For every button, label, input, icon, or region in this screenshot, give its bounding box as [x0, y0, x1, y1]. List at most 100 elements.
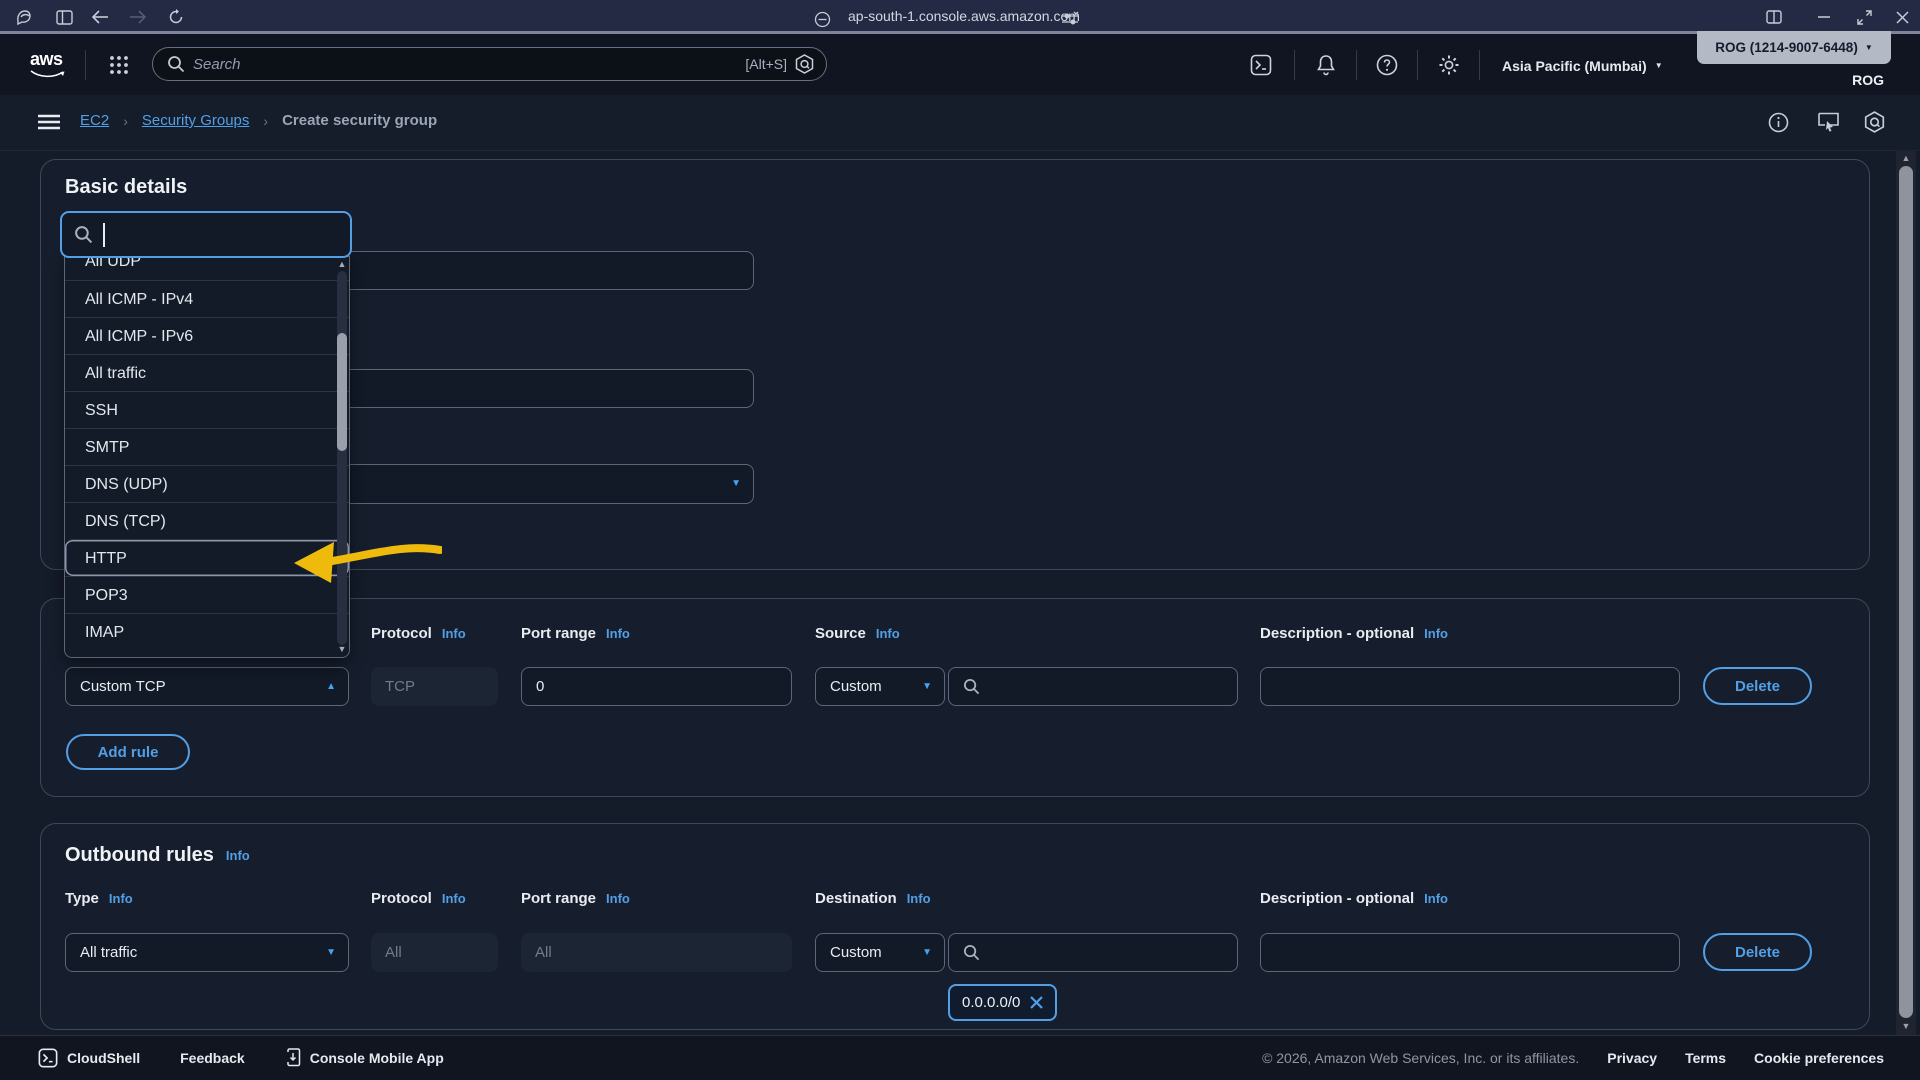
dropdown-scrollbar-thumb[interactable] [337, 333, 347, 451]
column-header-label: Description - optional [1260, 625, 1414, 642]
chip-dismiss-icon[interactable] [1030, 996, 1043, 1009]
global-search-input[interactable]: Search [Alt+S] [152, 47, 827, 81]
footer-cloudshell-button[interactable]: CloudShell [38, 1048, 140, 1068]
breadcrumb-separator-icon: › [123, 113, 128, 129]
info-link[interactable]: Info [442, 891, 466, 906]
tune-settings-icon[interactable] [1058, 7, 1082, 31]
footer-console-mobile-app-button[interactable]: Console Mobile App [285, 1048, 444, 1068]
inbound-source-search-input[interactable] [948, 667, 1238, 706]
dropdown-option[interactable]: All traffic [65, 354, 349, 391]
add-rule-button[interactable]: Add rule [66, 734, 190, 770]
account-chip-label: ROG (1214-9007-6448) [1715, 40, 1858, 55]
info-link[interactable]: Info [442, 626, 466, 641]
info-link[interactable]: Info [606, 626, 630, 641]
info-link[interactable]: Info [109, 891, 133, 906]
url-address[interactable]: ap-south-1.console.aws.amazon.com [848, 8, 1080, 24]
inbound-type-value: Custom TCP [80, 678, 166, 695]
new-features-icon[interactable] [1816, 110, 1840, 134]
search-icon [74, 225, 93, 244]
info-link[interactable]: Info [876, 626, 900, 641]
scroll-down-icon[interactable]: ▼ [1896, 1022, 1916, 1031]
dropdown-option[interactable]: SMTP [65, 428, 349, 465]
dropdown-option[interactable]: DNS (UDP) [65, 465, 349, 502]
footer-feedback-button[interactable]: Feedback [180, 1050, 245, 1066]
inbound-type-select[interactable]: Custom TCP ▲ [65, 667, 349, 706]
info-link[interactable]: Info [1424, 626, 1448, 641]
cookie-preferences-link[interactable]: Cookie preferences [1754, 1050, 1884, 1066]
info-icon[interactable] [1766, 110, 1790, 134]
help-icon[interactable] [1376, 54, 1398, 76]
browser-logo-icon[interactable] [12, 5, 36, 29]
cloudshell-icon [38, 1048, 58, 1068]
dropdown-option[interactable]: All ICMP - IPv6 [65, 317, 349, 354]
reload-button[interactable] [164, 5, 188, 29]
column-header-label: Source [815, 625, 866, 642]
type-dropdown-search-input[interactable] [60, 211, 352, 258]
notifications-bell-icon[interactable] [1315, 54, 1337, 76]
search-icon [963, 678, 980, 695]
column-header-label: Port range [521, 890, 596, 907]
info-link[interactable]: Info [606, 891, 630, 906]
aws-logo[interactable]: aws [30, 50, 68, 79]
chevron-down-icon: ▼ [922, 948, 932, 958]
tab-overview-icon[interactable] [1762, 5, 1786, 29]
services-grid-icon[interactable] [108, 54, 130, 76]
sidebar-toggle-icon[interactable] [52, 5, 76, 29]
terms-link[interactable]: Terms [1685, 1050, 1726, 1066]
dropdown-option[interactable]: All ICMP - IPv4 [65, 280, 349, 317]
privacy-link[interactable]: Privacy [1607, 1050, 1657, 1066]
browser-titlebar: ap-south-1.console.aws.amazon.com [0, 0, 1920, 34]
dropdown-option[interactable]: All UDP [65, 256, 349, 280]
dropdown-option[interactable]: IMAP [65, 613, 349, 650]
outbound-description-input[interactable] [1260, 933, 1680, 972]
chevron-down-icon: ▼ [1655, 62, 1663, 70]
account-menu-chip[interactable]: ROG (1214-9007-6448) ▼ [1697, 31, 1891, 64]
cloudshell-label: CloudShell [67, 1050, 140, 1066]
titlebar-divider [0, 31, 1920, 34]
back-button[interactable] [88, 5, 112, 29]
type-dropdown-items: All UDPAll ICMP - IPv4All ICMP - IPv6All… [65, 256, 349, 650]
info-link[interactable]: Info [907, 891, 931, 906]
outbound-delete-button[interactable]: Delete [1703, 933, 1812, 971]
settings-gear-icon[interactable] [1438, 54, 1460, 76]
region-selector[interactable]: Asia Pacific (Mumbai) ▼ [1502, 58, 1663, 74]
info-link[interactable]: Info [1424, 891, 1448, 906]
outbound-port-range-field: All [521, 933, 792, 972]
column-header-label: Type [65, 890, 99, 907]
amazon-q-icon[interactable] [1862, 110, 1886, 134]
screen: ap-south-1.console.aws.amazon.com [0, 0, 1920, 1080]
chevron-down-icon: ▼ [1865, 44, 1873, 52]
column-header: Source Info [815, 625, 900, 642]
column-header: Description - optional Info [1260, 625, 1448, 642]
inbound-protocol-field: TCP [371, 667, 498, 706]
cloudshell-icon[interactable] [1250, 54, 1272, 76]
close-window-button[interactable] [1890, 5, 1914, 29]
inbound-source-select[interactable]: Custom ▼ [815, 667, 945, 706]
inbound-port-range-input[interactable]: 0 [521, 667, 792, 706]
outbound-rules-card: Outbound rules Info TypeInfoProtocolInfo… [40, 823, 1870, 1030]
outbound-type-select[interactable]: All traffic ▼ [65, 933, 349, 972]
minimize-button[interactable] [1812, 5, 1836, 29]
outbound-destination-search-input[interactable] [948, 933, 1238, 972]
outbound-type-value: All traffic [80, 944, 137, 961]
restore-window-button[interactable] [1852, 5, 1876, 29]
breadcrumb-link[interactable]: EC2 [80, 112, 109, 129]
scroll-up-icon[interactable]: ▲ [335, 260, 349, 269]
page-scrollbar[interactable]: ▲ ▼ [1896, 150, 1916, 1035]
breadcrumb-link[interactable]: Security Groups [142, 112, 250, 129]
column-header: DestinationInfo [815, 890, 931, 907]
outbound-destination-select[interactable]: Custom ▼ [815, 933, 945, 972]
inbound-delete-button[interactable]: Delete [1703, 667, 1812, 705]
scroll-down-icon[interactable]: ▼ [335, 645, 349, 654]
breadcrumb-separator-icon: › [263, 113, 268, 129]
menu-hamburger-icon[interactable] [38, 114, 60, 130]
dropdown-option[interactable]: SSH [65, 391, 349, 428]
inbound-description-input[interactable] [1260, 667, 1680, 706]
scroll-up-icon[interactable]: ▲ [1896, 154, 1916, 163]
outbound-info-link[interactable]: Info [226, 848, 250, 863]
forward-button[interactable] [126, 5, 150, 29]
amazon-q-icon[interactable] [795, 54, 814, 74]
column-header: ProtocolInfo [371, 625, 466, 642]
dropdown-scrollbar-track[interactable] [337, 271, 347, 645]
page-scrollbar-thumb[interactable] [1899, 166, 1913, 1018]
